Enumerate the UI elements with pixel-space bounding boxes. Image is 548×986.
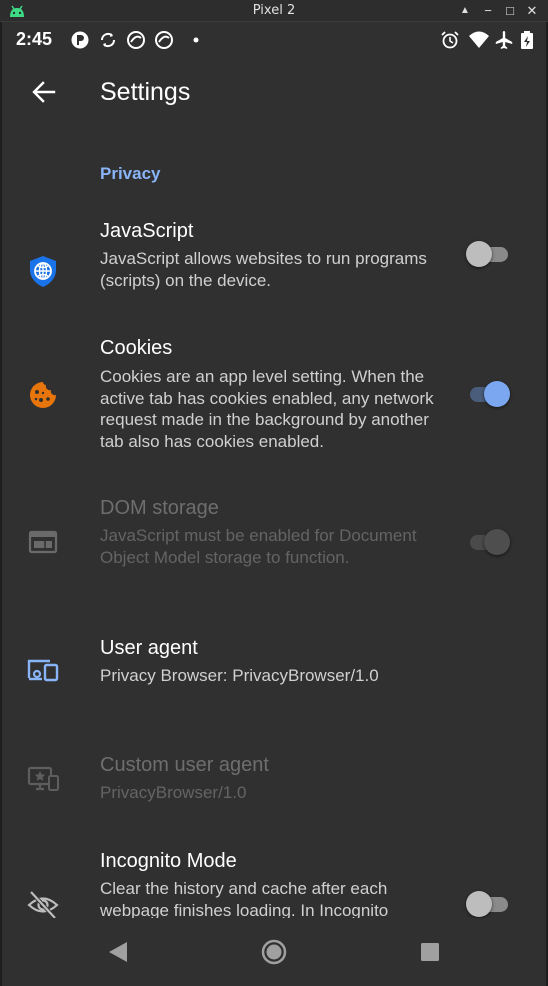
data-saver-icon bbox=[127, 31, 145, 49]
javascript-preference[interactable]: JavaScript JavaScript allows websites to… bbox=[2, 208, 546, 318]
user-agent-devices-icon bbox=[27, 659, 59, 682]
cookies-preference[interactable]: Cookies Cookies are an app level setting… bbox=[2, 325, 546, 475]
window-collapse-button[interactable]: ▲ bbox=[456, 2, 474, 20]
custom-user-agent-summary: PrivacyBrowser/1.0 bbox=[100, 783, 247, 802]
custom-user-agent-icon bbox=[27, 766, 59, 791]
airplane-mode-icon bbox=[495, 31, 513, 49]
dom-storage-title: DOM storage bbox=[100, 497, 219, 519]
javascript-summary: JavaScript allows websites to run progra… bbox=[100, 249, 427, 290]
globe-shield-icon bbox=[30, 256, 56, 287]
more-notifications-dot-icon bbox=[193, 37, 199, 43]
user-agent-preference[interactable]: User agent Privacy Browser: PrivacyBrows… bbox=[2, 625, 546, 715]
status-clock: 2:45 bbox=[16, 29, 53, 49]
navigation-bar bbox=[2, 918, 546, 986]
nav-home-icon[interactable] bbox=[254, 932, 294, 972]
status-bar: 2:45 bbox=[2, 22, 546, 58]
cookies-summary: Cookies are an app level setting. When t… bbox=[100, 367, 434, 451]
incognito-mode-preference[interactable]: Incognito Mode Clear the history and cac… bbox=[2, 838, 546, 928]
incognito-mode-summary: Clear the history and cache after each w… bbox=[100, 879, 389, 920]
window-minimize-button[interactable]: − bbox=[479, 2, 497, 20]
incognito-mode-switch[interactable] bbox=[466, 889, 510, 919]
custom-user-agent-title: Custom user agent bbox=[100, 754, 269, 776]
incognito-eye-off-icon bbox=[27, 890, 59, 920]
phone-screen: 2:45 Settings Privacy JavaScript JavaScr… bbox=[2, 22, 546, 986]
page-title: Settings bbox=[100, 78, 191, 106]
dom-storage-icon bbox=[28, 530, 58, 554]
javascript-title: JavaScript bbox=[100, 220, 194, 242]
dom-storage-summary: JavaScript must be enabled for Document … bbox=[100, 526, 417, 567]
user-agent-title: User agent bbox=[100, 637, 198, 659]
back-arrow-icon[interactable] bbox=[28, 76, 60, 108]
category-privacy-header: Privacy bbox=[100, 164, 161, 183]
app-bar: Settings bbox=[2, 58, 546, 128]
emulator-title-bar: Pixel 2 ▲ − □ ✕ bbox=[0, 0, 548, 22]
sync-icon bbox=[100, 32, 116, 48]
data-saver-icon-2 bbox=[155, 31, 173, 49]
cookies-switch[interactable] bbox=[466, 379, 510, 409]
incognito-mode-title: Incognito Mode bbox=[100, 850, 237, 872]
dom-storage-switch[interactable] bbox=[466, 527, 510, 557]
privacy-browser-notification-icon bbox=[71, 31, 89, 49]
battery-charging-icon bbox=[521, 31, 533, 49]
custom-user-agent-preference[interactable]: Custom user agent PrivacyBrowser/1.0 bbox=[2, 742, 546, 822]
nav-recents-icon[interactable] bbox=[410, 932, 450, 972]
cookies-title: Cookies bbox=[100, 337, 173, 359]
dom-storage-preference[interactable]: DOM storage JavaScript must be enabled f… bbox=[2, 485, 546, 595]
cookie-icon bbox=[30, 382, 56, 408]
wifi-icon bbox=[469, 31, 489, 48]
user-agent-summary: Privacy Browser: PrivacyBrowser/1.0 bbox=[100, 666, 379, 685]
alarm-icon bbox=[441, 31, 459, 49]
window-maximize-button[interactable]: □ bbox=[501, 2, 519, 20]
javascript-switch[interactable] bbox=[466, 239, 510, 269]
nav-back-icon[interactable] bbox=[98, 932, 138, 972]
window-close-button[interactable]: ✕ bbox=[523, 2, 541, 20]
